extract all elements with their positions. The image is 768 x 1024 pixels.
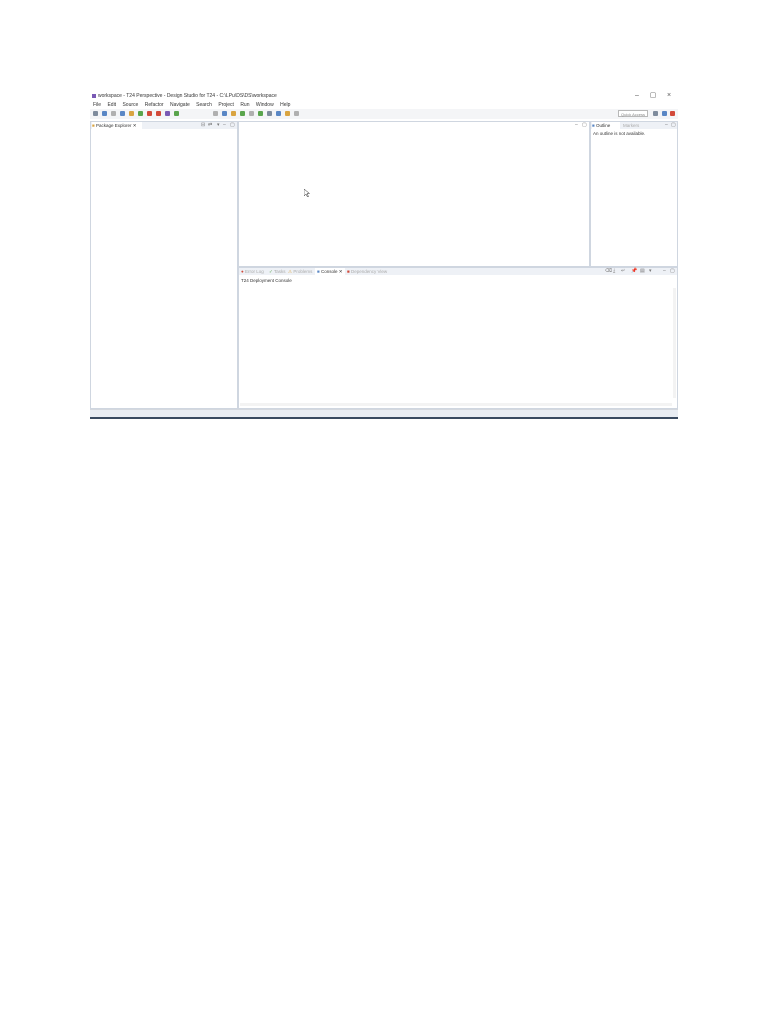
menu-search[interactable]: Search	[196, 101, 212, 109]
toolbar-button-icon[interactable]	[147, 111, 152, 116]
toolbar-button-icon[interactable]	[231, 111, 236, 116]
menu-edit[interactable]: Edit	[107, 101, 116, 109]
tab-close-icon[interactable]: ✕	[339, 269, 343, 274]
editor-minimize-icon[interactable]: –	[575, 122, 578, 129]
menu-navigate[interactable]: Navigate	[170, 101, 190, 109]
toolbar-button-icon[interactable]	[174, 111, 179, 116]
pin-console-icon[interactable]: 📌	[631, 268, 637, 275]
menu-window[interactable]: Window	[256, 101, 274, 109]
minimize-icon[interactable]: –	[630, 91, 644, 101]
error-log-icon: ●	[241, 269, 244, 274]
outline-message: An outline is not available.	[593, 131, 646, 136]
tab-tasks-label: Tasks	[273, 269, 286, 274]
menu-help[interactable]: Help	[280, 101, 290, 109]
quick-access-input[interactable]: Quick Access	[618, 110, 648, 117]
toolbar: Quick Access	[90, 109, 678, 119]
tab-close-icon[interactable]: ✕	[133, 123, 137, 128]
outline-maximize-icon[interactable]: ▢	[671, 122, 676, 129]
toolbar-button-icon[interactable]	[138, 111, 143, 116]
console-icon: ■	[317, 269, 320, 274]
mouse-cursor-icon	[304, 189, 310, 197]
tab-error-log[interactable]: ● Error Log	[241, 268, 264, 275]
toolbar-button-icon[interactable]	[285, 111, 290, 116]
problems-icon: ⚠	[288, 269, 293, 274]
outline-minimize-icon[interactable]: –	[665, 122, 668, 129]
package-explorer-pane: ■ Package Explorer ✕ ⊟ ⇄ ▾ – ▢	[90, 121, 238, 409]
toolbar-button-icon[interactable]	[93, 111, 98, 116]
tab-markers[interactable]: Markers	[623, 122, 639, 129]
toolbar-button-icon[interactable]	[258, 111, 263, 116]
title-bar: workspace - T24 Perspective - Design Stu…	[90, 91, 678, 101]
toolbar-button-icon[interactable]	[276, 111, 281, 116]
toolbar-button-icon[interactable]	[249, 111, 254, 116]
console-header: ● Error Log ✓ Tasks ⚠ Problems ■ Console…	[239, 268, 677, 275]
tab-tasks[interactable]: ✓ Tasks	[269, 268, 285, 275]
vertical-scrollbar[interactable]	[673, 288, 676, 398]
outline-icon: ■	[592, 123, 595, 128]
tab-problems-label: Problems	[293, 269, 313, 274]
console-maximize-icon[interactable]: ▢	[670, 268, 675, 275]
collapse-all-icon[interactable]: ⊟	[201, 122, 205, 129]
scroll-lock-icon[interactable]: ⤓	[613, 268, 615, 275]
editor-maximize-icon[interactable]: ▢	[582, 122, 587, 129]
toolbar-button-icon[interactable]	[102, 111, 107, 116]
close-icon[interactable]: ×	[662, 91, 676, 101]
outline-header: ■ Outline Markers – ▢	[591, 122, 677, 129]
open-console-icon[interactable]: ▾	[649, 268, 652, 275]
tab-error-log-label: Error Log	[244, 269, 264, 274]
menu-source[interactable]: Source	[122, 101, 138, 109]
console-minimize-icon[interactable]: –	[663, 268, 666, 275]
outline-pane: ■ Outline Markers – ▢ An outline is not …	[590, 121, 678, 267]
menu-bar: File Edit Source Refactor Navigate Searc…	[90, 101, 678, 109]
toolbar-button-icon[interactable]	[213, 111, 218, 116]
display-console-icon[interactable]: ▤	[640, 268, 645, 275]
toolbar-button-icon[interactable]	[111, 111, 116, 116]
package-icon: ■	[92, 123, 95, 128]
tab-package-explorer-label: Package Explorer	[95, 123, 132, 128]
menu-run[interactable]: Run	[240, 101, 249, 109]
tab-console[interactable]: ■ Console ✕	[315, 268, 345, 275]
tasks-icon: ✓	[269, 269, 273, 274]
window-title: workspace - T24 Perspective - Design Stu…	[98, 93, 277, 99]
package-explorer-header: ■ Package Explorer ✕ ⊟ ⇄ ▾ – ▢	[91, 122, 237, 129]
view-menu-icon[interactable]: ▾	[217, 122, 220, 129]
toolbar-button-icon[interactable]	[165, 111, 170, 116]
t24-perspective-icon[interactable]	[670, 111, 675, 116]
console-pane: ● Error Log ✓ Tasks ⚠ Problems ■ Console…	[238, 267, 678, 409]
toolbar-button-icon[interactable]	[129, 111, 134, 116]
toolbar-button-icon[interactable]	[240, 111, 245, 116]
link-editor-icon[interactable]: ⇄	[208, 122, 212, 129]
horizontal-scrollbar[interactable]	[240, 403, 672, 406]
toolbar-button-icon[interactable]	[294, 111, 299, 116]
toolbar-button-icon[interactable]	[156, 111, 161, 116]
app-icon	[92, 94, 96, 98]
editor-area[interactable]: – ▢	[238, 121, 590, 267]
maximize-view-icon[interactable]: ▢	[230, 122, 235, 129]
menu-file[interactable]: File	[93, 101, 101, 109]
toolbar-button-icon[interactable]	[222, 111, 227, 116]
tab-console-label: Console	[320, 269, 338, 274]
menu-project[interactable]: Project	[218, 101, 234, 109]
toolbar-button-icon[interactable]	[267, 111, 272, 116]
taskbar-edge	[90, 417, 678, 419]
clear-console-icon[interactable]: ⌫	[605, 268, 612, 275]
tab-dependency-view-label: Dependency View	[350, 269, 388, 274]
tab-outline-label: Outline	[595, 123, 611, 128]
word-wrap-icon[interactable]: ↵	[621, 268, 625, 275]
tab-outline[interactable]: ■ Outline	[592, 122, 620, 129]
console-name: T24 Deployment Console	[241, 278, 292, 283]
minimize-view-icon[interactable]: –	[223, 122, 226, 129]
tab-dependency-view[interactable]: ■ Dependency View	[347, 268, 387, 275]
maximize-icon[interactable]: ▢	[646, 91, 660, 101]
tab-package-explorer[interactable]: ■ Package Explorer ✕	[92, 122, 142, 129]
tab-problems[interactable]: ⚠ Problems	[288, 268, 312, 275]
java-perspective-icon[interactable]	[662, 111, 667, 116]
menu-refactor[interactable]: Refactor	[145, 101, 164, 109]
ide-window: workspace - T24 Perspective - Design Stu…	[90, 91, 678, 419]
dependency-view-icon: ■	[347, 269, 350, 274]
open-perspective-icon[interactable]	[653, 111, 658, 116]
toolbar-button-icon[interactable]	[120, 111, 125, 116]
